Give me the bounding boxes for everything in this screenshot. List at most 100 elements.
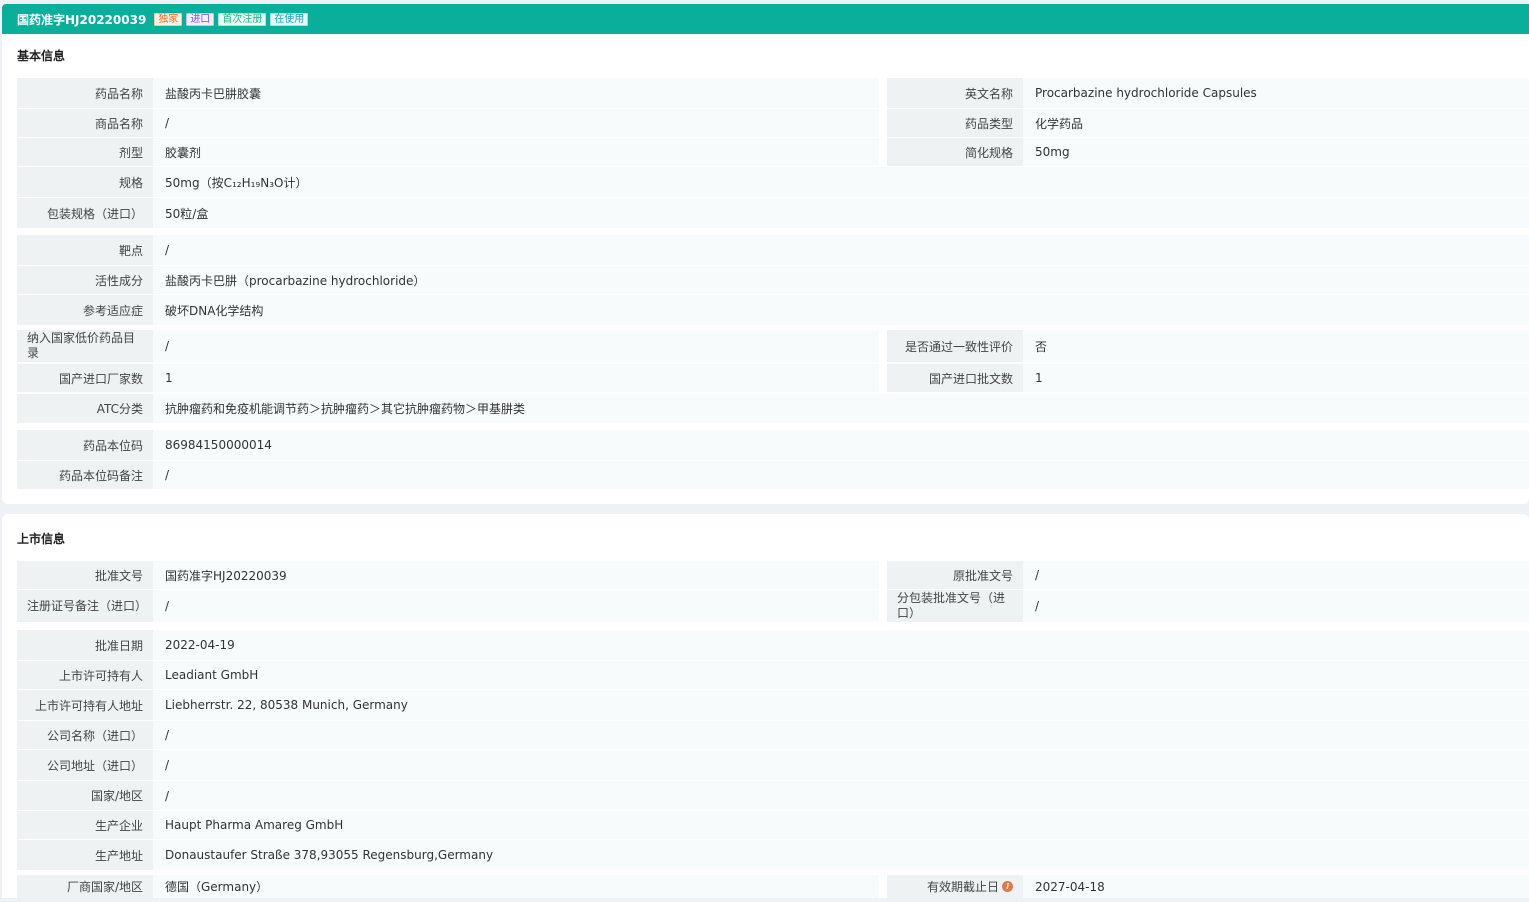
- row-target: 靶点 /: [17, 235, 1529, 265]
- section-title-market: 上市信息: [17, 532, 66, 546]
- label-simple-spec: 简化规格: [887, 138, 1023, 166]
- value-drug-name: 盐酸丙卡巴肼胶囊: [153, 78, 879, 108]
- row-drug-name: 药品名称 盐酸丙卡巴肼胶囊 英文名称 Procarbazine hydrochl…: [17, 78, 1529, 108]
- label-approval-no: 批准文号: [17, 561, 153, 589]
- label-producer-addr: 生产地址: [17, 840, 153, 870]
- value-company: /: [153, 721, 1529, 749]
- row-low-price: 纳入国家低价药品目录 / 是否通过一致性评价 否: [17, 330, 1529, 362]
- value-orig-approval: /: [1023, 561, 1529, 589]
- label-makers: 国产进口厂家数: [17, 364, 153, 392]
- row-producer-addr: 生产地址 Donaustaufer Straße 378,93055 Regen…: [17, 840, 1529, 870]
- value-expiry: 2027-04-18: [1023, 875, 1529, 898]
- row-code-note: 药品本位码备注 /: [17, 461, 1529, 489]
- market-info-card: 上市信息 批准文号 国药准字HJ20220039 原批准文号 / 注册证号备注（…: [2, 514, 1529, 898]
- value-target: /: [153, 235, 1529, 265]
- value-consistency: 否: [1023, 330, 1529, 362]
- label-approvals: 国产进口批文数: [887, 364, 1023, 392]
- row-indication: 参考适应症 破坏DNA化学结构: [17, 295, 1529, 325]
- label-en-name: 英文名称: [887, 78, 1023, 108]
- label-atc: ATC分类: [17, 394, 153, 423]
- label-code-note: 药品本位码备注: [17, 461, 153, 489]
- label-consistency: 是否通过一致性评价: [887, 330, 1023, 362]
- badge-exclusive: 独家: [154, 12, 183, 26]
- value-reg-note: /: [153, 590, 879, 622]
- approval-number-title: 国药准字HJ20220039: [17, 12, 147, 27]
- value-approval-no: 国药准字HJ20220039: [153, 561, 879, 589]
- label-code: 药品本位码: [17, 430, 153, 460]
- value-holder-addr: Liebherrstr. 22, 80538 Munich, Germany: [153, 690, 1529, 720]
- value-trade-name: /: [153, 109, 879, 137]
- row-reg-note: 注册证号备注（进口） / 分包装批准文号（进口） /: [17, 590, 1529, 622]
- value-producer-addr: Donaustaufer Straße 378,93055 Regensburg…: [153, 840, 1529, 870]
- row-producer: 生产企业 Haupt Pharma Amareg GmbH: [17, 811, 1529, 839]
- label-drug-name: 药品名称: [17, 78, 153, 108]
- section-title-basic: 基本信息: [17, 49, 66, 63]
- label-target: 靶点: [17, 235, 153, 265]
- label-holder-addr: 上市许可持有人地址: [17, 690, 153, 720]
- value-code: 86984150000014: [153, 430, 1529, 460]
- row-holder-addr: 上市许可持有人地址 Liebherrstr. 22, 80538 Munich,…: [17, 690, 1529, 720]
- label-expiry-text: 有效期截止日: [926, 880, 999, 894]
- value-spec: 50mg（按C₁₂H₁₉N₃O计）: [153, 167, 1529, 197]
- row-trade-name: 商品名称 / 药品类型 化学药品: [17, 109, 1529, 137]
- row-company: 公司名称（进口） /: [17, 721, 1529, 749]
- label-producer: 生产企业: [17, 811, 153, 839]
- label-country: 国家/地区: [17, 781, 153, 810]
- label-holder: 上市许可持有人: [17, 661, 153, 689]
- label-drug-type: 药品类型: [887, 109, 1023, 137]
- label-company-addr: 公司地址（进口）: [17, 750, 153, 780]
- value-low-price: /: [153, 330, 879, 362]
- label-package: 包装规格（进口）: [17, 198, 153, 228]
- row-approval-no: 批准文号 国药准字HJ20220039 原批准文号 /: [17, 561, 1529, 589]
- value-drug-type: 化学药品: [1023, 109, 1529, 137]
- value-active: 盐酸丙卡巴肼（procarbazine hydrochloride）: [153, 266, 1529, 294]
- label-active: 活性成分: [17, 266, 153, 294]
- header-bar: 国药准字HJ20220039 独家 进口 首次注册 在使用: [2, 4, 1529, 34]
- label-dosage-form: 剂型: [17, 138, 153, 166]
- value-en-name: Procarbazine hydrochloride Capsules: [1023, 78, 1529, 108]
- row-code: 药品本位码 86984150000014: [17, 430, 1529, 460]
- badge-first-registration: 首次注册: [218, 12, 267, 26]
- row-package: 包装规格（进口） 50粒/盒: [17, 198, 1529, 228]
- value-approvals: 1: [1023, 364, 1529, 392]
- basic-info-card: 基本信息 药品名称 盐酸丙卡巴肼胶囊 英文名称 Procarbazine hyd…: [2, 34, 1529, 504]
- value-indication: 破坏DNA化学结构: [153, 295, 1529, 325]
- value-producer: Haupt Pharma Amareg GmbH: [153, 811, 1529, 839]
- row-holder: 上市许可持有人 Leadiant GmbH: [17, 661, 1529, 689]
- value-vendor-country: 德国（Germany）: [153, 875, 879, 898]
- row-spec: 规格 50mg（按C₁₂H₁₉N₃O计）: [17, 167, 1529, 197]
- row-country: 国家/地区 /: [17, 781, 1529, 810]
- value-sub-pkg: /: [1023, 590, 1529, 622]
- label-trade-name: 商品名称: [17, 109, 153, 137]
- row-dosage-form: 剂型 胶囊剂 简化规格 50mg: [17, 138, 1529, 166]
- label-sub-pkg: 分包装批准文号（进口）: [887, 590, 1023, 622]
- label-expiry: 有效期截止日 i: [887, 875, 1023, 898]
- label-indication: 参考适应症: [17, 295, 153, 325]
- label-low-price: 纳入国家低价药品目录: [17, 330, 153, 362]
- badge-in-use: 在使用: [270, 12, 309, 26]
- value-code-note: /: [153, 461, 1529, 489]
- row-vendor-country: 厂商国家/地区 德国（Germany） 有效期截止日 i 2027-04-18: [17, 875, 1529, 898]
- label-orig-approval: 原批准文号: [887, 561, 1023, 589]
- label-company: 公司名称（进口）: [17, 721, 153, 749]
- row-makers: 国产进口厂家数 1 国产进口批文数 1: [17, 364, 1529, 392]
- bottom-strip: [0, 898, 1529, 902]
- value-atc: 抗肿瘤药和免疫机能调节药＞抗肿瘤药＞其它抗肿瘤药物＞甲基肼类: [153, 394, 1529, 423]
- value-holder: Leadiant GmbH: [153, 661, 1529, 689]
- label-vendor-country: 厂商国家/地区: [17, 875, 153, 898]
- value-makers: 1: [153, 364, 879, 392]
- value-country: /: [153, 781, 1529, 810]
- row-company-addr: 公司地址（进口） /: [17, 750, 1529, 780]
- value-approval-date: 2022-04-19: [153, 630, 1529, 660]
- info-icon[interactable]: i: [1002, 881, 1013, 892]
- value-company-addr: /: [153, 750, 1529, 780]
- value-dosage-form: 胶囊剂: [153, 138, 879, 166]
- row-active: 活性成分 盐酸丙卡巴肼（procarbazine hydrochloride）: [17, 266, 1529, 294]
- row-approval-date: 批准日期 2022-04-19: [17, 630, 1529, 660]
- value-simple-spec: 50mg: [1023, 138, 1529, 166]
- row-atc: ATC分类 抗肿瘤药和免疫机能调节药＞抗肿瘤药＞其它抗肿瘤药物＞甲基肼类: [17, 394, 1529, 423]
- badge-import: 进口: [186, 12, 215, 26]
- value-package: 50粒/盒: [153, 198, 1529, 228]
- label-spec: 规格: [17, 167, 153, 197]
- label-approval-date: 批准日期: [17, 630, 153, 660]
